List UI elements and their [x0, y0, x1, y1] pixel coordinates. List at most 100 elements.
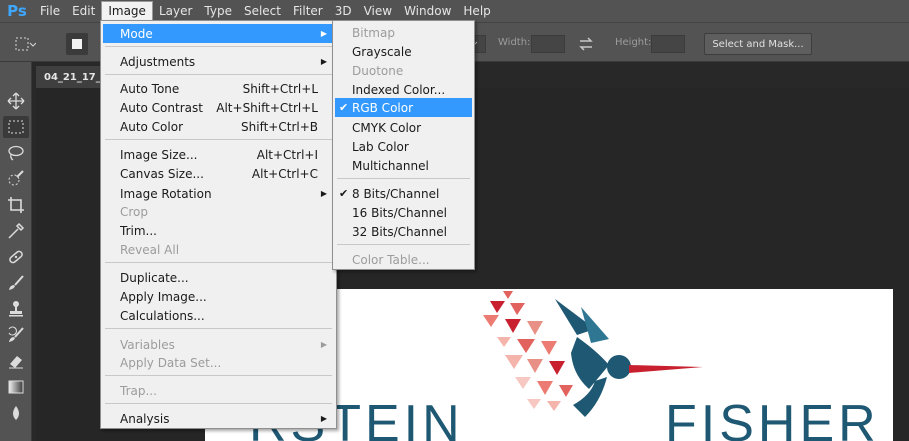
menu-item-duplicate[interactable]: Duplicate...: [103, 268, 334, 287]
menu-select[interactable]: Select: [238, 0, 287, 22]
quick-selection-tool-icon[interactable]: [3, 168, 29, 190]
height-label: Height:: [615, 37, 652, 48]
mode-item-grayscale[interactable]: Grayscale: [335, 42, 472, 61]
menu-3d[interactable]: 3D: [329, 0, 358, 22]
menu-item-label: Auto Tone: [120, 81, 180, 96]
menu-item-canvas-size[interactable]: Canvas Size... Alt+Ctrl+C: [103, 164, 334, 183]
menu-item-label: Trap...: [120, 383, 157, 398]
menu-item-auto-tone[interactable]: Auto Tone Shift+Ctrl+L: [103, 79, 334, 98]
menu-item-label: Lab Color: [352, 139, 409, 154]
submenu-arrow-icon: ▶: [320, 29, 327, 38]
menu-view[interactable]: View: [358, 0, 398, 22]
swap-dimensions-icon[interactable]: [577, 35, 595, 53]
menu-item-label: Canvas Size...: [120, 166, 204, 181]
menu-item-label: Apply Data Set...: [120, 355, 222, 370]
eyedropper-tool-icon[interactable]: [3, 220, 29, 242]
menu-item-auto-color[interactable]: Auto Color Shift+Ctrl+B: [103, 117, 334, 136]
mode-submenu: Bitmap Grayscale Duotone Indexed Color..…: [332, 20, 475, 270]
submenu-arrow-icon: ▶: [320, 189, 327, 198]
menu-item-image-rotation[interactable]: Image Rotation ▶: [103, 184, 334, 203]
menu-item-trim[interactable]: Trim...: [103, 221, 334, 240]
shortcut-label: Alt+Shift+Ctrl+L: [216, 100, 318, 115]
mode-item-16-bits[interactable]: 16 Bits/Channel: [335, 203, 472, 222]
menu-item-label: RGB Color: [352, 100, 414, 115]
shortcut-label: Shift+Ctrl+L: [242, 81, 318, 96]
menu-item-image-size[interactable]: Image Size... Alt+Ctrl+I: [103, 145, 334, 164]
menu-window[interactable]: Window: [398, 0, 457, 22]
lasso-tool-icon[interactable]: [3, 142, 29, 164]
select-and-mask-button[interactable]: Select and Mask...: [704, 33, 812, 55]
menu-item-adjustments[interactable]: Adjustments ▶: [103, 52, 334, 71]
mode-item-duotone: Duotone: [335, 61, 472, 80]
tools-panel: [0, 62, 32, 441]
mode-item-32-bits[interactable]: 32 Bits/Channel: [335, 222, 472, 241]
mode-item-multichannel[interactable]: Multichannel: [335, 156, 472, 175]
photoshop-logo: Ps: [7, 2, 27, 20]
menu-item-label: 16 Bits/Channel: [352, 205, 447, 220]
shortcut-label: Alt+Ctrl+C: [251, 166, 318, 181]
menu-separator: [105, 375, 332, 376]
menu-item-label: Analysis: [120, 411, 170, 426]
menu-item-label: Apply Image...: [120, 289, 207, 304]
menu-layer[interactable]: Layer: [153, 0, 198, 22]
width-label: Width:: [498, 37, 531, 48]
menu-filter[interactable]: Filter: [287, 0, 329, 22]
height-field[interactable]: [651, 35, 685, 53]
mode-item-8-bits[interactable]: ✔ 8 Bits/Channel: [335, 184, 472, 203]
menu-edit[interactable]: Edit: [66, 0, 101, 22]
eraser-tool-icon[interactable]: [3, 350, 29, 372]
menu-item-label: CMYK Color: [352, 120, 422, 135]
menu-item-label: Duplicate...: [120, 270, 189, 285]
mode-item-rgb-color[interactable]: ✔ RGB Color: [335, 98, 472, 117]
menu-file[interactable]: File: [34, 0, 66, 22]
menu-item-label: 32 Bits/Channel: [352, 224, 447, 239]
blur-tool-icon[interactable]: [3, 402, 29, 424]
healing-brush-tool-icon[interactable]: [3, 246, 29, 268]
mode-item-cmyk-color[interactable]: CMYK Color: [335, 118, 472, 137]
menu-item-label: Trim...: [120, 223, 157, 238]
menu-item-trap: Trap...: [103, 381, 334, 400]
shortcut-label: Alt+Ctrl+I: [256, 147, 318, 162]
history-brush-tool-icon[interactable]: [3, 324, 29, 346]
mode-item-lab-color[interactable]: Lab Color: [335, 137, 472, 156]
menu-help[interactable]: Help: [457, 0, 496, 22]
menu-item-label: Indexed Color...: [352, 82, 446, 97]
marquee-tool-preset-icon[interactable]: [14, 35, 37, 53]
checkmark-icon: ✔: [339, 101, 349, 114]
mode-item-indexed-color[interactable]: Indexed Color...: [335, 80, 472, 99]
menu-item-apply-data-set: Apply Data Set...: [103, 353, 334, 372]
menu-item-reveal-all: Reveal All: [103, 240, 334, 259]
menu-item-mode[interactable]: Mode ▶: [103, 24, 334, 43]
shortcut-label: Shift+Ctrl+B: [241, 119, 318, 134]
menu-item-label: Color Table...: [352, 252, 430, 267]
move-tool-icon[interactable]: [3, 90, 29, 112]
gradient-tool-icon[interactable]: [3, 376, 29, 398]
width-field[interactable]: [531, 35, 565, 53]
menu-item-apply-image[interactable]: Apply Image...: [103, 287, 334, 306]
menu-item-calculations[interactable]: Calculations...: [103, 306, 334, 325]
menu-separator: [105, 139, 332, 140]
menu-separator: [105, 328, 332, 329]
menu-item-label: Image Rotation: [120, 186, 212, 201]
menu-item-variables: Variables ▶: [103, 335, 334, 354]
submenu-arrow-icon: ▶: [320, 414, 327, 423]
menu-item-label: Mode: [120, 26, 153, 41]
brush-tool-icon[interactable]: [3, 272, 29, 294]
rectangular-marquee-tool-icon[interactable]: [3, 116, 29, 138]
menu-image[interactable]: Image: [101, 1, 153, 21]
image-menu-dropdown: Mode ▶ Adjustments ▶ Auto Tone Shift+Ctr…: [100, 20, 337, 429]
menu-item-label: Adjustments: [120, 54, 196, 69]
menu-separator: [337, 244, 470, 245]
menu-type[interactable]: Type: [198, 0, 238, 22]
clone-stamp-tool-icon[interactable]: [3, 298, 29, 320]
crop-tool-icon[interactable]: [3, 194, 29, 216]
menu-item-label: Auto Color: [120, 119, 184, 134]
menu-separator: [105, 46, 332, 47]
menu-item-auto-contrast[interactable]: Auto Contrast Alt+Shift+Ctrl+L: [103, 98, 334, 117]
menu-item-label: Grayscale: [352, 44, 412, 59]
menu-item-analysis[interactable]: Analysis ▶: [103, 409, 334, 428]
mode-item-bitmap: Bitmap: [335, 23, 472, 42]
menu-item-label: Image Size...: [120, 147, 198, 162]
menu-item-crop: Crop: [103, 202, 334, 221]
new-selection-icon[interactable]: [66, 33, 88, 55]
